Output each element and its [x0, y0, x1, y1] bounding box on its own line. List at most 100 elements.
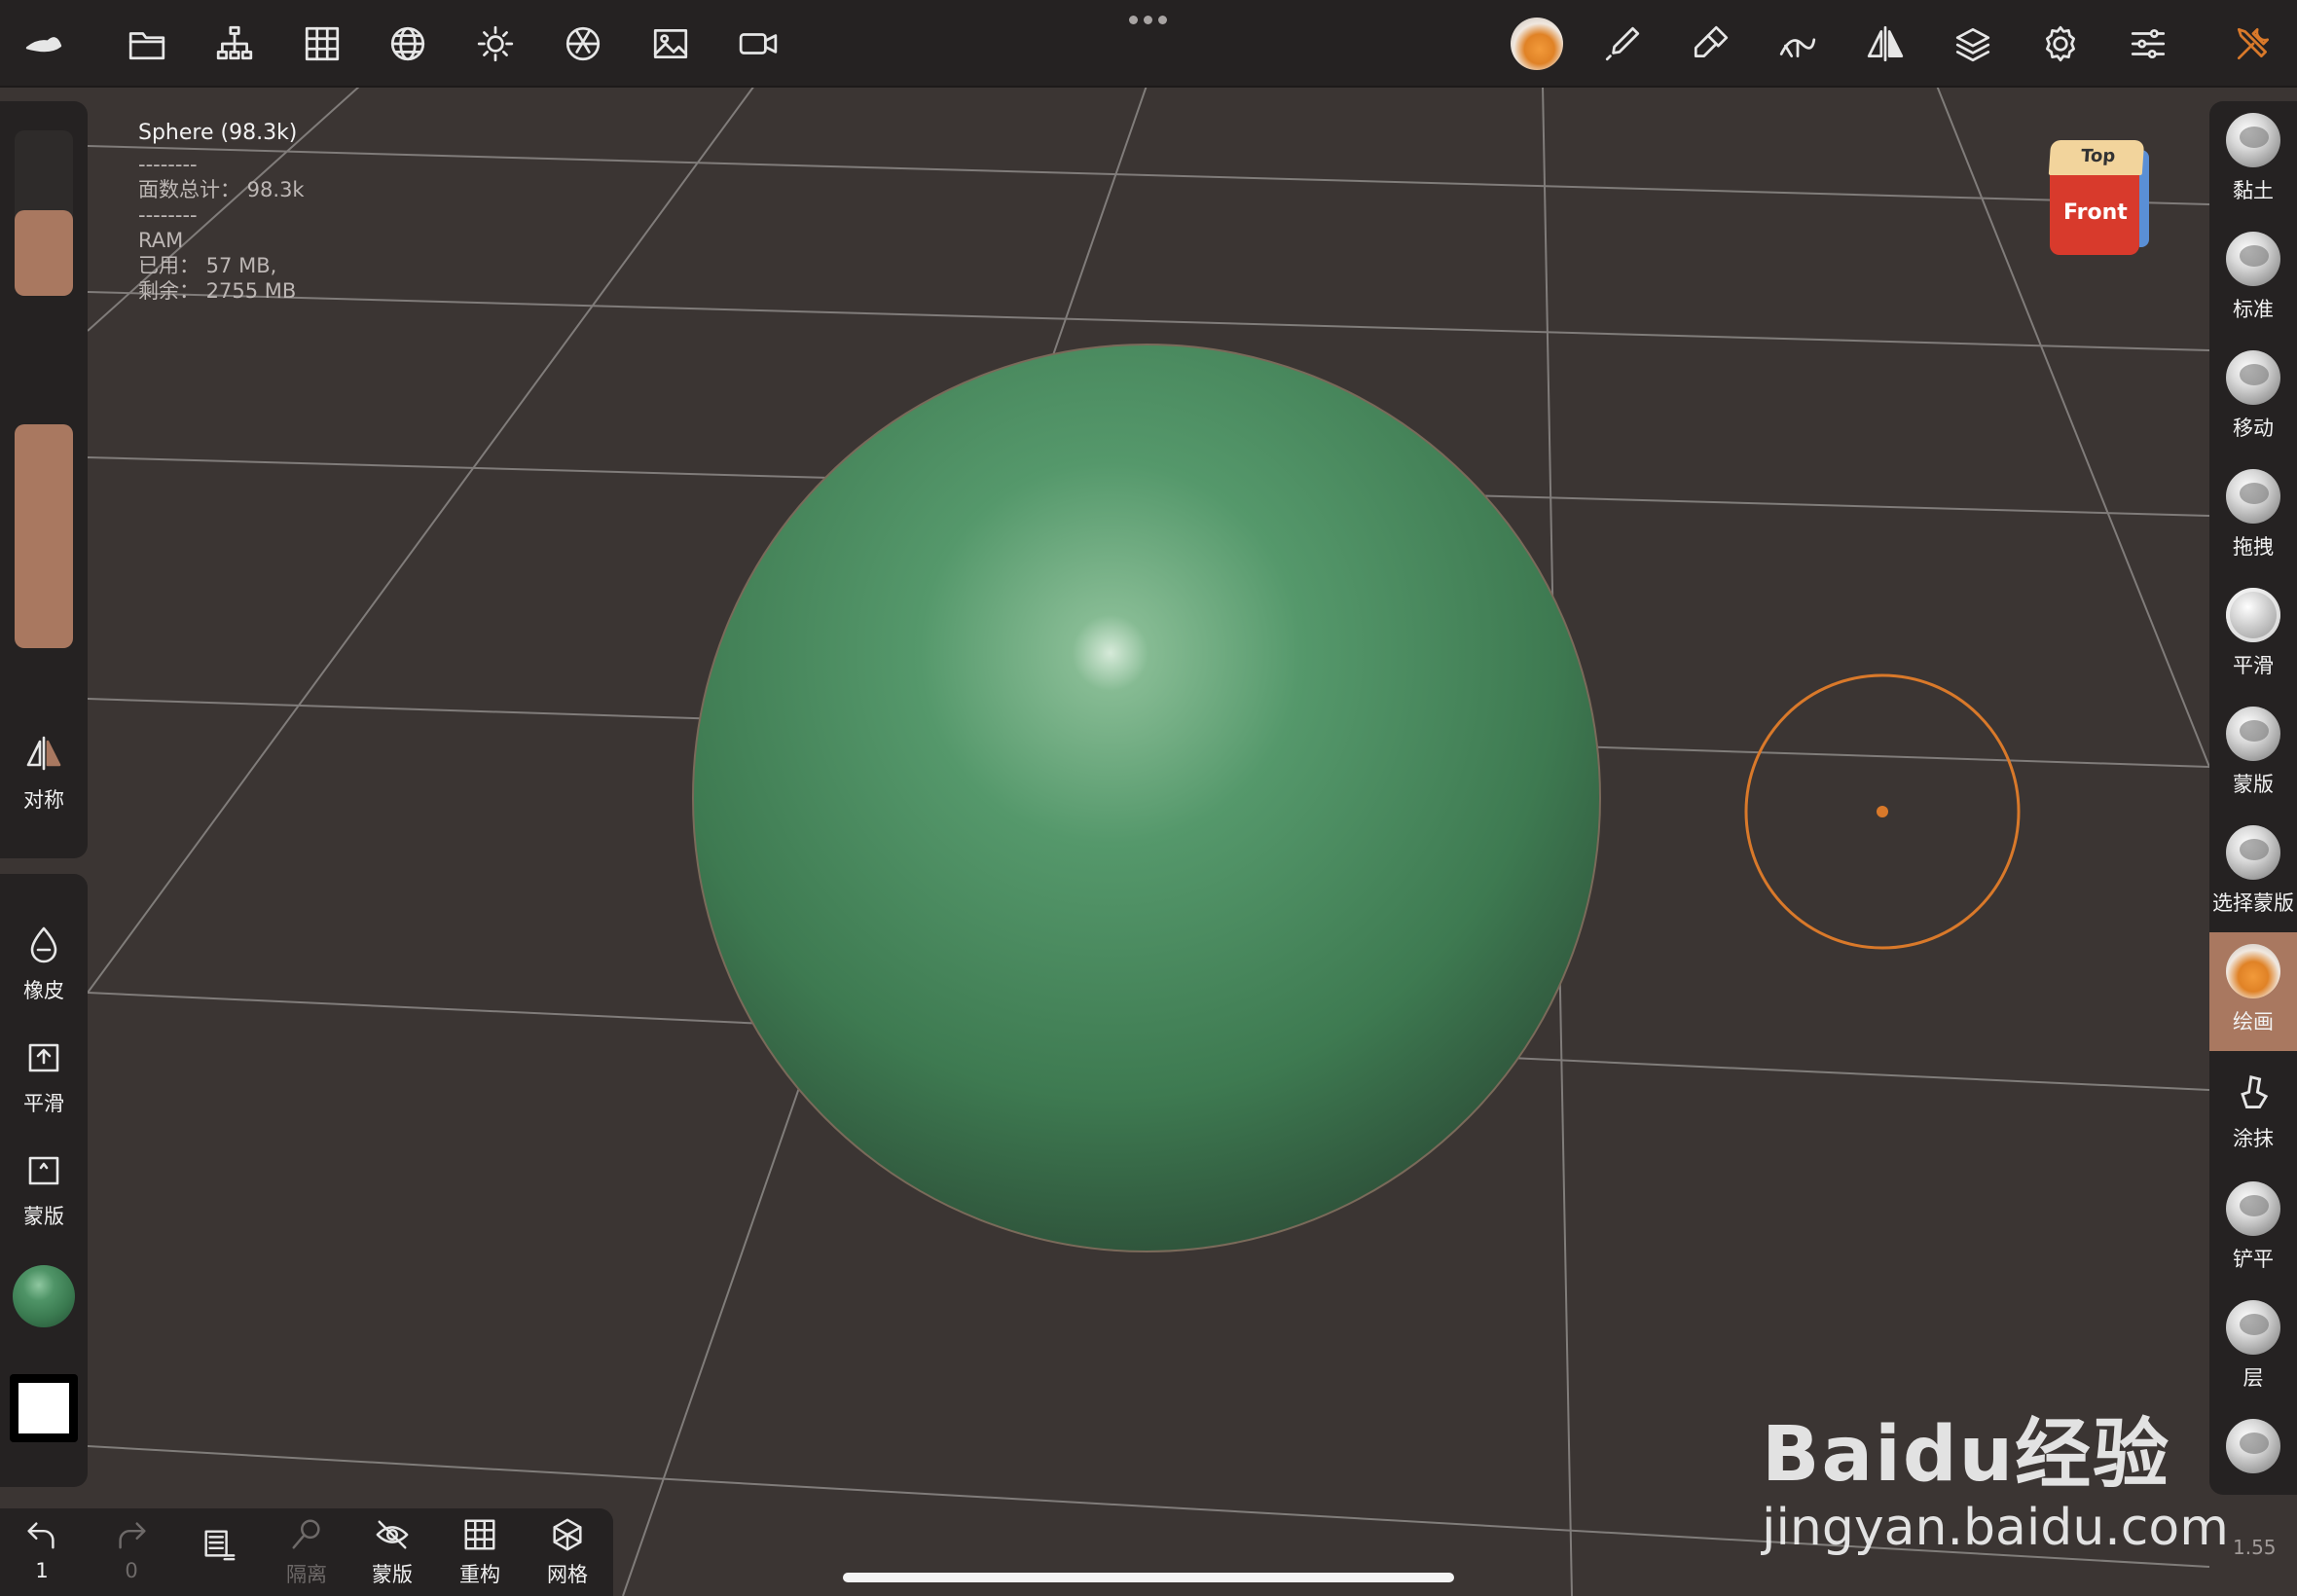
- isolate-button[interactable]: 隔离: [273, 1516, 341, 1588]
- symmetry-label: 对称: [23, 788, 64, 812]
- intensity-slider-fill: [15, 424, 73, 648]
- symmetry-toggle-button[interactable]: 对称: [0, 734, 88, 814]
- folder-icon[interactable]: [123, 19, 171, 68]
- cube-front-face[interactable]: Front: [2050, 171, 2139, 255]
- undo-button[interactable]: 1: [8, 1516, 76, 1582]
- tool-button[interactable]: 平滑: [2209, 576, 2297, 695]
- bottom-toolbar: 1 0 隔离 蒙版 重构 网格: [0, 1508, 613, 1596]
- tool-label: 涂抹: [2233, 1127, 2274, 1150]
- tool-button[interactable]: 涂抹: [2209, 1051, 2297, 1170]
- tool-button[interactable]: 选择蒙版: [2209, 814, 2297, 932]
- cube-top-label: Top: [2080, 146, 2116, 166]
- notes-button[interactable]: [185, 1526, 253, 1567]
- mask-button[interactable]: 蒙版: [0, 1150, 88, 1230]
- camera-aperture-icon[interactable]: [559, 19, 607, 68]
- tool-label: 选择蒙版: [2212, 891, 2294, 915]
- face-count: 面数总计： 98.3k: [138, 178, 305, 201]
- isolate-label: 隔离: [286, 1563, 327, 1586]
- home-indicator[interactable]: [843, 1573, 1454, 1582]
- app-logo-icon[interactable]: [19, 19, 68, 68]
- video-camera-icon[interactable]: [734, 19, 783, 68]
- color-swatch[interactable]: [10, 1374, 78, 1442]
- brush-preview-icon: [2226, 588, 2280, 642]
- symmetry-icon[interactable]: [1861, 19, 1910, 68]
- color-swatch-inner: [18, 1383, 69, 1433]
- tools-wrench-icon[interactable]: [2229, 19, 2278, 68]
- ground-grid: [87, 85, 2210, 1596]
- cube-top-face[interactable]: Top: [2048, 140, 2145, 175]
- radius-slider-fill: [15, 209, 73, 296]
- redo-icon: [119, 1522, 146, 1549]
- tool-button[interactable]: 标准: [2209, 220, 2297, 339]
- brush-preview-icon: [2226, 825, 2280, 880]
- intensity-slider[interactable]: [15, 424, 73, 648]
- radius-slider[interactable]: [15, 130, 73, 296]
- tool-button[interactable]: 黏土: [2209, 101, 2297, 220]
- ram-label: RAM: [138, 229, 184, 252]
- brush-preview-icon: [2226, 350, 2280, 405]
- smooth-button[interactable]: 平滑: [0, 1037, 88, 1117]
- light-sun-icon[interactable]: [471, 19, 520, 68]
- watermark-brand: Baidu经验: [1762, 1411, 2171, 1499]
- grid-icon: [464, 1519, 495, 1550]
- version-label: 1.55: [2233, 1536, 2277, 1559]
- tool-button[interactable]: 拖拽: [2209, 457, 2297, 576]
- sliders-icon[interactable]: [2124, 19, 2172, 68]
- brush-preview-icon: [2226, 232, 2280, 286]
- tool-label: 标准: [2233, 298, 2274, 321]
- tool-button[interactable]: 铲平: [2209, 1170, 2297, 1288]
- cube-front-label: Front: [2063, 200, 2128, 225]
- layers-icon[interactable]: [1949, 19, 1997, 68]
- smudge-finger-icon: [2241, 1075, 2269, 1109]
- tool-label: 层: [2242, 1366, 2264, 1390]
- symmetry-icon: [26, 736, 61, 771]
- stroke-icon[interactable]: [1773, 19, 1822, 68]
- sculpt-viewport[interactable]: [0, 0, 2297, 1596]
- top-toolbar: [0, 0, 2297, 88]
- brush-preview-icon: [2226, 944, 2280, 998]
- mesh-button[interactable]: 网格: [533, 1516, 602, 1588]
- remesh-label: 重构: [459, 1563, 500, 1586]
- paint-brush-icon[interactable]: [1598, 19, 1647, 68]
- material-ball-icon[interactable]: [1509, 16, 1565, 72]
- tool-button[interactable]: 绘画: [2209, 932, 2297, 1051]
- brush-preview-icon: [2226, 1419, 2280, 1473]
- tool-label: 拖拽: [2233, 535, 2274, 559]
- tool-label: 蒙版: [2233, 773, 2274, 796]
- image-icon[interactable]: [646, 19, 695, 68]
- eye-off-icon: [376, 1520, 409, 1549]
- brush-preview-icon: [2226, 1300, 2280, 1355]
- tool-button[interactable]: 移动: [2209, 339, 2297, 457]
- redo-button[interactable]: 0: [97, 1516, 165, 1582]
- ram-free: 剩余： 2755 MB: [138, 279, 297, 303]
- view-cube[interactable]: Front Top: [2046, 136, 2149, 259]
- watermark-url: jingyan.baidu.com: [1762, 1499, 2229, 1557]
- tool-button[interactable]: 蒙版: [2209, 695, 2297, 814]
- ram-used: 已用： 57 MB,: [138, 254, 277, 277]
- hide-mask-button[interactable]: 蒙版: [358, 1516, 426, 1588]
- settings-gear-icon[interactable]: [2036, 19, 2085, 68]
- tool-button[interactable]: 层: [2209, 1288, 2297, 1407]
- baidu-watermark: Baidu经验 jingyan.baidu.com: [1762, 1394, 2229, 1557]
- grid-icon[interactable]: [298, 19, 346, 68]
- eraser-button[interactable]: 橡皮: [0, 925, 88, 1004]
- search-icon: [292, 1519, 320, 1549]
- scene-tree-icon[interactable]: [210, 19, 259, 68]
- brush-preview-icon: [2226, 1181, 2280, 1236]
- smooth-box-icon: [28, 1043, 59, 1072]
- mesh-label: 网格: [547, 1563, 588, 1586]
- brush-tool-icon[interactable]: [1686, 19, 1734, 68]
- brush-preview-icon: [2226, 113, 2280, 167]
- mesh-info-overlay: Sphere (98.3k) -------- 面数总计： 98.3k ----…: [138, 121, 305, 304]
- undo-count: 1: [35, 1559, 49, 1582]
- hide-mask-label: 蒙版: [372, 1563, 413, 1586]
- brush-preview-icon: [2226, 469, 2280, 524]
- wireframe-sphere-icon[interactable]: [383, 19, 432, 68]
- more-options-icon[interactable]: [1129, 16, 1172, 31]
- brush-cursor-center: [1877, 806, 1888, 817]
- mask-label: 蒙版: [23, 1205, 64, 1228]
- redo-count: 0: [125, 1559, 138, 1582]
- undo-icon: [27, 1522, 55, 1549]
- material-preview[interactable]: [13, 1265, 75, 1327]
- remesh-button[interactable]: 重构: [446, 1516, 514, 1588]
